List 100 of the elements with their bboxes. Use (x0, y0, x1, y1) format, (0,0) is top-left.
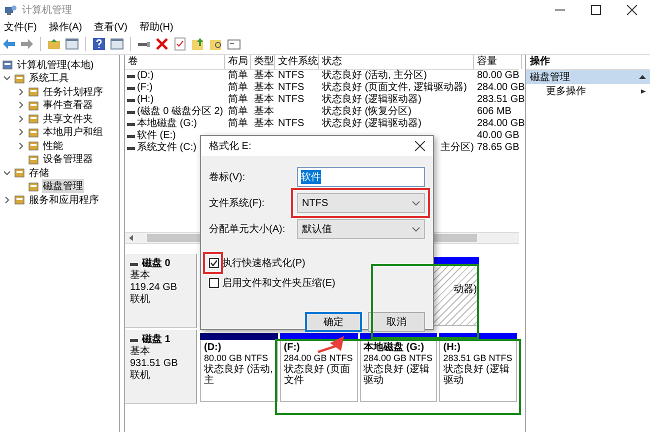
dialog-button[interactable]: 确定 (305, 312, 362, 332)
window-icon[interactable] (227, 37, 241, 51)
partition[interactable]: (D:) 80.00 GB NTFS 状态良好 (活动, 主 (200, 340, 278, 402)
action-item[interactable]: 更多操作 (526, 84, 650, 98)
table-cell: 主分区) (440, 142, 474, 153)
volume-icon (127, 122, 135, 126)
tree-node-icon (28, 140, 39, 152)
table-cell: 606 MB (477, 106, 512, 117)
table-cell: (H:) (137, 94, 154, 106)
partition[interactable]: (H:) 283.51 GB NTFS 状态良好 (逻辑驱动 (439, 340, 517, 402)
folder-search-icon[interactable] (209, 37, 223, 51)
forward-icon[interactable] (20, 37, 34, 51)
column-header[interactable]: 卷 (125, 55, 225, 69)
tree-item[interactable]: 事件查看器 (42, 98, 94, 112)
table-cell: NTFS (278, 94, 304, 105)
tree-node-icon (14, 167, 25, 178)
field-label: 文件系统(F): (209, 196, 266, 210)
table-cell: 简单 (228, 118, 248, 129)
disk-type: 基本 (130, 270, 151, 282)
close-icon (415, 141, 425, 151)
tree-node-icon (28, 113, 39, 124)
caret-icon (412, 226, 420, 232)
volume-icon (127, 98, 135, 102)
annotation-arrow (318, 336, 344, 354)
partition-status: 状态良好 (逻辑驱动 (364, 364, 431, 386)
table-cell: 283.51 GB (477, 94, 525, 105)
dropdown[interactable]: NTFS (297, 193, 425, 213)
table-cell: 基本 (254, 94, 274, 105)
help-icon[interactable] (92, 37, 106, 51)
column-header[interactable]: 容量 (474, 55, 522, 69)
table-cell: (F:) (137, 82, 153, 94)
table-cell: 78.65 GB (477, 142, 520, 153)
checklist-icon[interactable] (173, 37, 187, 51)
tree-node-icon (28, 86, 39, 98)
scroll-left-icon[interactable] (127, 234, 135, 242)
tree-item[interactable]: 任务计划程序 (42, 84, 104, 99)
column-header[interactable]: 状态 (319, 55, 474, 69)
column-header[interactable]: 文件系统 (275, 55, 319, 69)
partition-status: 动器) (454, 284, 477, 295)
table-cell: 简单 (228, 106, 248, 117)
highlight-frame (203, 252, 223, 274)
dropdown[interactable]: 默认值 (297, 219, 425, 239)
table-cell: 基本 (254, 106, 274, 117)
table-cell-text: (磁盘 0 磁盘分区 2) (137, 106, 224, 118)
tree-item[interactable]: 磁盘管理 (42, 179, 84, 194)
tree-item[interactable]: 计算机管理(本地) (16, 58, 95, 72)
checkbox[interactable] (209, 278, 219, 288)
dialog-button[interactable]: 取消 (368, 312, 425, 332)
tree-item[interactable]: 系统工具 (28, 71, 70, 86)
chevron-down-icon[interactable] (3, 74, 11, 82)
table-cell: NTFS (278, 70, 304, 81)
chevron-down-icon[interactable] (3, 168, 11, 177)
chevron-right-icon[interactable] (3, 196, 11, 204)
back-icon[interactable] (2, 37, 16, 51)
menu-item[interactable]: 操作(A) (48, 20, 82, 34)
partition-size: 80.00 GB NTFS (204, 353, 268, 364)
menu-item[interactable]: 帮助(H) (139, 20, 174, 34)
tree-item[interactable]: 服务和应用程序 (28, 192, 100, 207)
table-cell: 80.00 GB (477, 70, 520, 81)
dialog-title: 格式化 E: (209, 140, 252, 153)
action-section[interactable]: 磁盘管理 (526, 70, 650, 84)
console-icon[interactable] (110, 37, 124, 51)
tree-item[interactable]: 共享文件夹 (42, 112, 94, 126)
tree-node-icon (14, 72, 25, 84)
table-cell: 简单 (228, 70, 248, 81)
column-header[interactable]: 类型 (251, 55, 275, 69)
tree-node-icon (28, 180, 39, 192)
disk-status: 联机 (130, 370, 151, 382)
tree-item[interactable]: 存储 (28, 166, 50, 180)
app-icon (4, 4, 17, 16)
tree-item[interactable]: 设备管理器 (42, 152, 94, 166)
table-cell: 40.00 GB (477, 130, 520, 141)
disk-name: 磁盘 0 (142, 258, 170, 270)
folder-icon[interactable] (47, 37, 61, 51)
field-label: 分配单元大小(A): (209, 222, 286, 236)
partition[interactable]: 本地磁盘 (G:) 284.00 GB NTFS 状态良好 (逻辑驱动 (360, 340, 438, 402)
partition[interactable]: (F:) 284.00 GB NTFS 状态良好 (页面文件 (280, 340, 358, 402)
tree-item[interactable]: 性能 (42, 138, 64, 153)
table-cell: (D:) (137, 70, 154, 82)
tree-item[interactable]: 本地用户和组 (42, 125, 104, 140)
tree-node-icon (28, 100, 39, 111)
menu-item[interactable]: 查看(V) (94, 20, 128, 34)
partition-size: 283.51 GB NTFS (443, 353, 512, 364)
console-icon[interactable] (65, 37, 79, 51)
table-cell: 基本 (254, 118, 274, 129)
table-cell: 状态良好 (页面文件, 逻辑驱动器) (322, 82, 467, 93)
folder-up-icon[interactable] (191, 37, 205, 51)
collapse-icon[interactable] (639, 74, 646, 80)
table-cell: NTFS (278, 118, 304, 129)
table-cell: 状态良好 (活动, 主分区) (322, 70, 427, 81)
submenu-arrow-icon (641, 88, 646, 94)
table-cell: 284.00 GB (477, 118, 525, 129)
disk-type: 基本 (130, 346, 151, 358)
delete-icon[interactable] (155, 37, 169, 51)
checkbox[interactable] (209, 258, 219, 268)
menu-item[interactable]: 文件(F) (4, 20, 37, 34)
partition-title: (H:) (443, 342, 460, 353)
volume-icon (127, 74, 135, 78)
column-header[interactable]: 布局 (225, 55, 251, 69)
input-field[interactable]: 软件 (297, 167, 425, 187)
